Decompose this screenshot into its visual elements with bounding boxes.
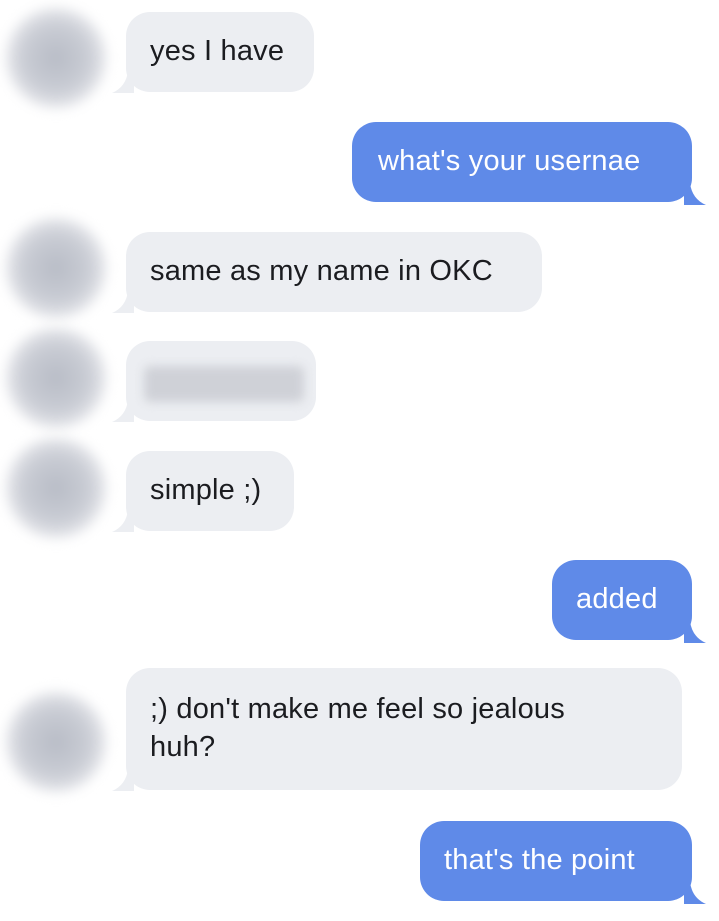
incoming-message-bubble[interactable]: same as my name in OKC — [126, 232, 542, 312]
outgoing-bubble-tail — [684, 183, 706, 205]
incoming-message-bubble[interactable]: simple ;) — [126, 451, 294, 531]
incoming-bubble-tail — [112, 291, 134, 313]
outgoing-message-bubble[interactable]: that's the point — [420, 821, 692, 901]
contact-avatar[interactable] — [6, 438, 106, 538]
contact-avatar[interactable] — [6, 218, 106, 318]
contact-avatar[interactable] — [6, 692, 106, 792]
outgoing-bubble-tail — [684, 621, 706, 643]
incoming-bubble-tail — [112, 400, 134, 422]
incoming-message-bubble[interactable]: ;) don't make me feel so jealous huh? — [126, 668, 682, 790]
message-text: that's the point — [444, 844, 635, 876]
redacted-message-text — [144, 366, 304, 402]
message-text: yes I have — [150, 35, 285, 67]
message-text: same as my name in OKC — [150, 255, 493, 287]
outgoing-message-bubble[interactable]: added — [552, 560, 692, 640]
contact-avatar[interactable] — [6, 8, 106, 108]
message-text: added — [576, 583, 658, 615]
contact-avatar[interactable] — [6, 328, 106, 428]
message-text-line: huh? — [150, 731, 216, 763]
outgoing-message-bubble[interactable]: what's your usernae — [352, 122, 692, 202]
message-text: what's your usernae — [378, 145, 641, 177]
message-text-line: ;) don't make me feel so jealous — [150, 693, 565, 725]
incoming-bubble-tail — [112, 769, 134, 791]
outgoing-bubble-tail — [684, 882, 706, 904]
message-text: simple ;) — [150, 474, 262, 506]
incoming-bubble-tail — [112, 510, 134, 532]
incoming-bubble-tail — [112, 71, 134, 93]
incoming-message-bubble[interactable]: yes I have — [126, 12, 314, 92]
